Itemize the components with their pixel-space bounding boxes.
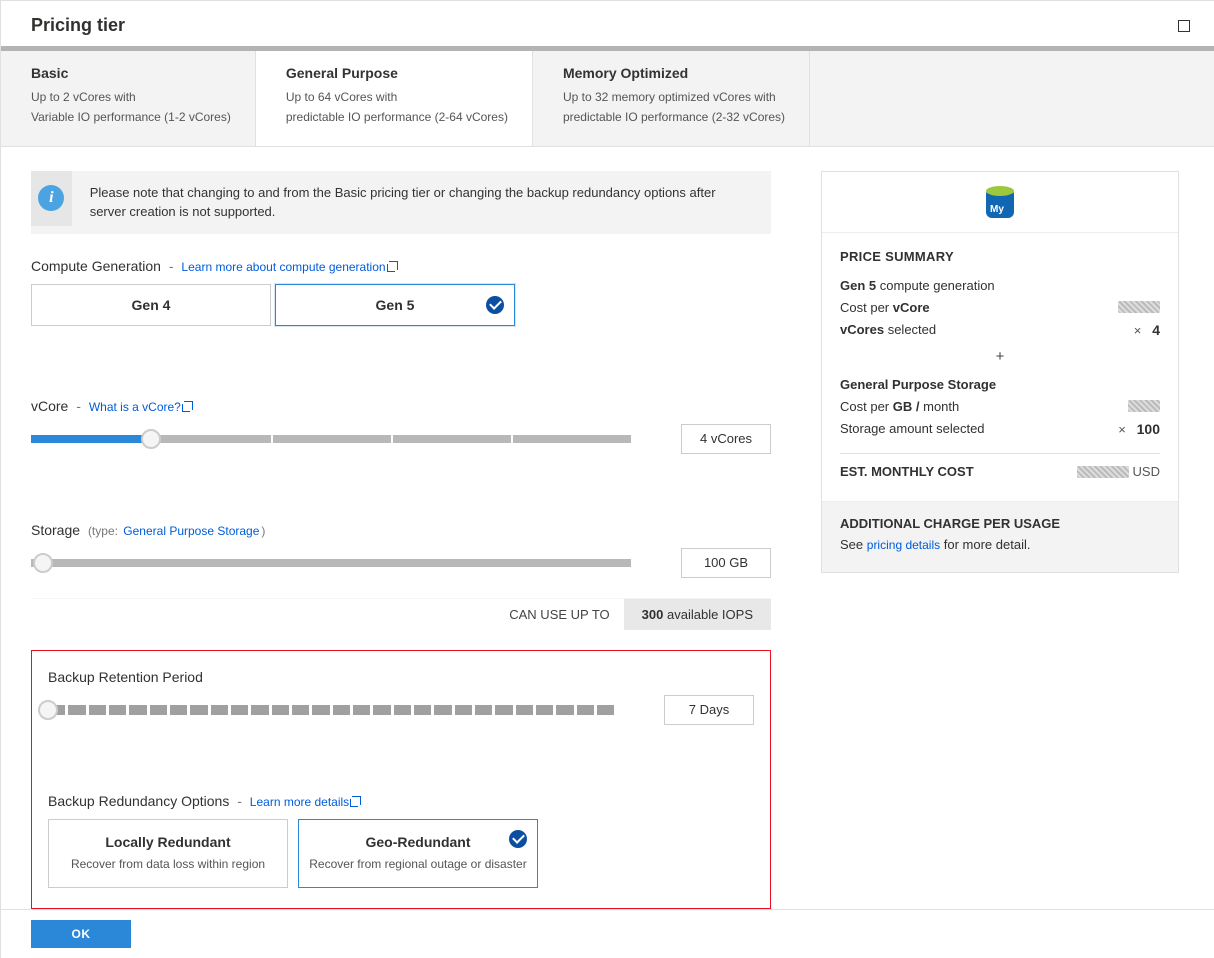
tab-basic-line1: Up to 2 vCores with bbox=[31, 87, 231, 107]
locally-redundant-option[interactable]: Locally Redundant Recover from data loss… bbox=[48, 819, 288, 888]
tab-gp-title: General Purpose bbox=[286, 65, 508, 81]
service-logo: My bbox=[822, 172, 1178, 233]
backup-redundancy-label: Backup Redundancy Options - Learn more d… bbox=[48, 793, 754, 809]
additional-charge-title: ADDITIONAL CHARGE PER USAGE bbox=[840, 516, 1160, 531]
redacted-value bbox=[1118, 301, 1160, 313]
backup-retention-slider[interactable] bbox=[48, 698, 614, 722]
tab-basic-title: Basic bbox=[31, 65, 231, 81]
tab-basic[interactable]: Basic Up to 2 vCores with Variable IO pe… bbox=[1, 46, 256, 146]
price-storage-title-row: General Purpose Storage bbox=[840, 377, 1160, 392]
tab-strip-bar bbox=[1, 46, 1214, 51]
vcore-value-display: 4 vCores bbox=[681, 424, 771, 454]
storage-label: Storage (type: General Purpose Storage) bbox=[31, 522, 771, 538]
storage-value-display: 100 GB bbox=[681, 548, 771, 578]
expand-icon[interactable] bbox=[1178, 20, 1190, 32]
info-banner-text: Please note that changing to and from th… bbox=[72, 171, 771, 234]
vcore-label: vCore - What is a vCore? bbox=[31, 398, 771, 414]
price-cost-per-vcore-row: Cost per vCore bbox=[840, 300, 1160, 315]
ok-button[interactable]: OK bbox=[31, 920, 131, 948]
info-banner: i Please note that changing to and from … bbox=[31, 171, 771, 234]
price-gen-row: Gen 5 compute generation bbox=[840, 278, 1160, 293]
tab-general-purpose[interactable]: General Purpose Up to 64 vCores with pre… bbox=[256, 46, 533, 146]
tab-basic-line2: Variable IO performance (1-2 vCores) bbox=[31, 107, 231, 127]
redacted-value bbox=[1077, 466, 1129, 478]
tab-mo-title: Memory Optimized bbox=[563, 65, 785, 81]
backup-section-highlight: Backup Retention Period bbox=[31, 650, 771, 909]
external-link-icon bbox=[352, 796, 361, 805]
check-icon bbox=[509, 830, 527, 848]
price-cost-per-gb-row: Cost per GB / month bbox=[840, 399, 1160, 414]
plus-separator: + bbox=[840, 348, 1160, 365]
vcore-slider[interactable] bbox=[31, 427, 631, 451]
blade-footer: OK bbox=[1, 909, 1214, 958]
info-icon: i bbox=[31, 171, 72, 226]
est-monthly-cost-row: EST. MONTHLY COST USD bbox=[840, 464, 1160, 479]
compute-gen-learn-more-link[interactable]: Learn more about compute generation bbox=[181, 260, 397, 274]
price-summary-title: PRICE SUMMARY bbox=[840, 249, 1160, 264]
check-icon bbox=[486, 296, 504, 314]
storage-type-link[interactable]: General Purpose Storage bbox=[123, 524, 259, 538]
tab-gp-line2: predictable IO performance (2-64 vCores) bbox=[286, 107, 508, 127]
tab-mo-line1: Up to 32 memory optimized vCores with bbox=[563, 87, 785, 107]
backup-slider-thumb[interactable] bbox=[38, 700, 58, 720]
redacted-value bbox=[1128, 400, 1160, 412]
tab-gp-line1: Up to 64 vCores with bbox=[286, 87, 508, 107]
external-link-icon bbox=[389, 261, 398, 270]
blade-title: Pricing tier bbox=[31, 15, 125, 36]
compute-gen4-option[interactable]: Gen 4 bbox=[31, 284, 271, 326]
storage-slider[interactable] bbox=[31, 551, 631, 575]
price-vcores-selected-row: vCores selected × 4 bbox=[840, 322, 1160, 338]
price-storage-amount-row: Storage amount selected × 100 bbox=[840, 421, 1160, 437]
geo-redundant-option[interactable]: Geo-Redundant Recover from regional outa… bbox=[298, 819, 538, 888]
price-summary-panel: My PRICE SUMMARY Gen 5 compute generatio… bbox=[821, 171, 1179, 573]
tab-mo-line2: predictable IO performance (2-32 vCores) bbox=[563, 107, 785, 127]
external-link-icon bbox=[184, 401, 193, 410]
backup-retention-value-display: 7 Days bbox=[664, 695, 754, 725]
compute-gen5-option[interactable]: Gen 5 bbox=[275, 284, 515, 326]
iops-indicator: CAN USE UP TO 300 available IOPS bbox=[31, 598, 771, 630]
pricing-details-link[interactable]: pricing details bbox=[867, 538, 940, 552]
tier-tabs: Basic Up to 2 vCores with Variable IO pe… bbox=[1, 51, 1214, 147]
backup-redundancy-link[interactable]: Learn more details bbox=[250, 795, 361, 809]
vcore-slider-thumb[interactable] bbox=[141, 429, 161, 449]
tab-memory-optimized[interactable]: Memory Optimized Up to 32 memory optimiz… bbox=[533, 46, 810, 146]
backup-retention-label: Backup Retention Period bbox=[48, 669, 754, 685]
additional-charge-section: ADDITIONAL CHARGE PER USAGE See pricing … bbox=[822, 501, 1178, 572]
vcore-learn-more-link[interactable]: What is a vCore? bbox=[89, 400, 193, 414]
pricing-tier-blade: Pricing tier Basic Up to 2 vCores with V… bbox=[0, 0, 1214, 958]
storage-slider-thumb[interactable] bbox=[33, 553, 53, 573]
blade-header: Pricing tier bbox=[1, 1, 1214, 46]
compute-gen-label: Compute Generation - Learn more about co… bbox=[31, 258, 771, 274]
